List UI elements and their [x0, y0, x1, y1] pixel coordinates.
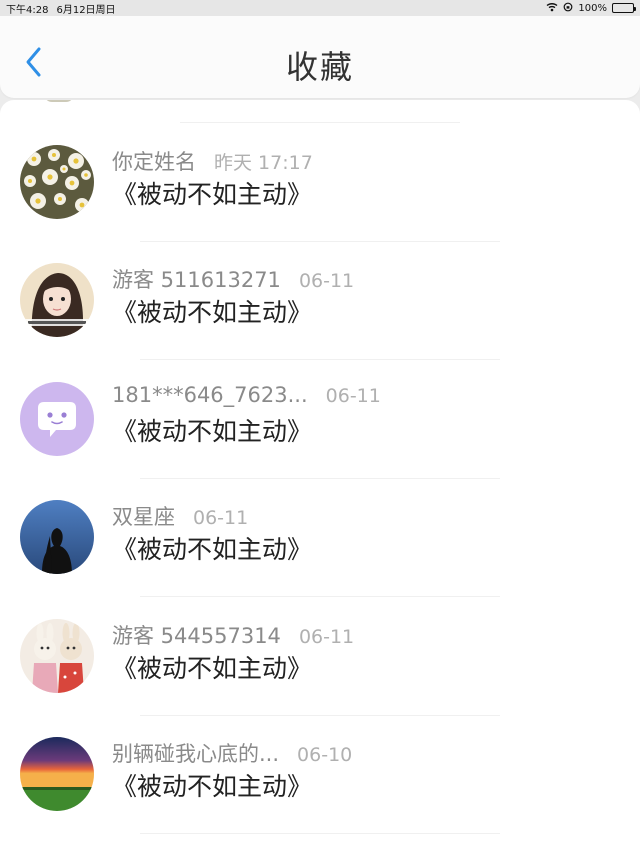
timestamp: 06-11	[193, 507, 249, 529]
avatar	[20, 619, 94, 693]
timestamp: 06-11	[298, 626, 355, 648]
favorites-list: 你定姓名 昨天 17:17 《被动不如主动》 游客 511613271 06-1…	[0, 100, 640, 853]
item-title: 《被动不如主动》	[112, 772, 313, 801]
timestamp: 06-10	[297, 744, 353, 766]
daisy-flowers-avatar	[20, 145, 94, 219]
list-item[interactable]: 双星座 06-11 《被动不如主动》	[0, 472, 640, 590]
item-meta: 别辆碰我心底的... 06-10	[112, 738, 352, 768]
partial-avatar	[44, 100, 74, 102]
chat-bubble-avatar	[20, 382, 94, 456]
status-date: 6月12日周日	[56, 4, 116, 16]
author-name: 游客 511613271	[112, 268, 281, 292]
avatar	[20, 263, 94, 337]
author-name: 别辆碰我心底的...	[112, 742, 280, 766]
list-item[interactable]: 别辆碰我心底的... 06-10 《被动不如主动》	[0, 709, 640, 827]
bunny-toys-avatar	[20, 619, 94, 693]
status-bar: 下午4:28 6月12日周日 100%	[0, 0, 640, 16]
author-name: 双星座	[112, 505, 175, 529]
item-meta: 游客 544557314 06-11	[112, 620, 354, 650]
status-left: 下午4:28 6月12日周日	[6, 1, 116, 16]
wifi-icon	[546, 2, 558, 15]
timestamp: 06-11	[325, 385, 381, 407]
item-title: 《被动不如主动》	[112, 417, 313, 446]
item-title: 《被动不如主动》	[112, 654, 313, 683]
author-name: 你定姓名	[112, 150, 196, 174]
night-silhouette-avatar	[20, 500, 94, 574]
item-title: 《被动不如主动》	[112, 180, 313, 209]
sunset-field-avatar	[20, 737, 94, 811]
page-title: 收藏	[285, 48, 354, 86]
list-item[interactable]: 游客 511613271 06-11 《被动不如主动》	[0, 235, 640, 353]
navigation-bar: 收藏	[0, 16, 640, 98]
avatar	[20, 500, 94, 574]
author-name: 游客 544557314	[112, 624, 281, 648]
item-meta: 双星座 06-11	[112, 501, 248, 531]
item-meta: 你定姓名 昨天 17:17	[112, 146, 313, 176]
timestamp: 昨天 17:17	[214, 152, 313, 174]
item-title: 《被动不如主动》	[112, 298, 313, 327]
girl-portrait-avatar	[20, 263, 94, 337]
orientation-lock-icon	[563, 2, 573, 15]
battery-icon	[612, 3, 636, 13]
item-title: 《被动不如主动》	[112, 535, 313, 564]
status-time: 下午4:28	[6, 4, 49, 16]
item-meta: 游客 511613271 06-11	[112, 264, 354, 294]
list-item[interactable]: 你定姓名 昨天 17:17 《被动不如主动》	[0, 117, 640, 235]
avatar	[20, 145, 94, 219]
avatar	[20, 737, 94, 811]
avatar	[20, 382, 94, 456]
item-meta: 181***646_7623... 06-11	[112, 383, 381, 407]
author-name: 181***646_7623...	[112, 383, 308, 407]
list-item[interactable]: 游客 544557314 06-11 《被动不如主动》	[0, 591, 640, 709]
list-item[interactable]: 181***646_7623... 06-11 《被动不如主动》	[0, 354, 640, 472]
divider	[140, 833, 500, 834]
timestamp: 06-11	[298, 270, 355, 292]
status-right: 100%	[546, 2, 636, 15]
battery-percent: 100%	[578, 2, 607, 14]
